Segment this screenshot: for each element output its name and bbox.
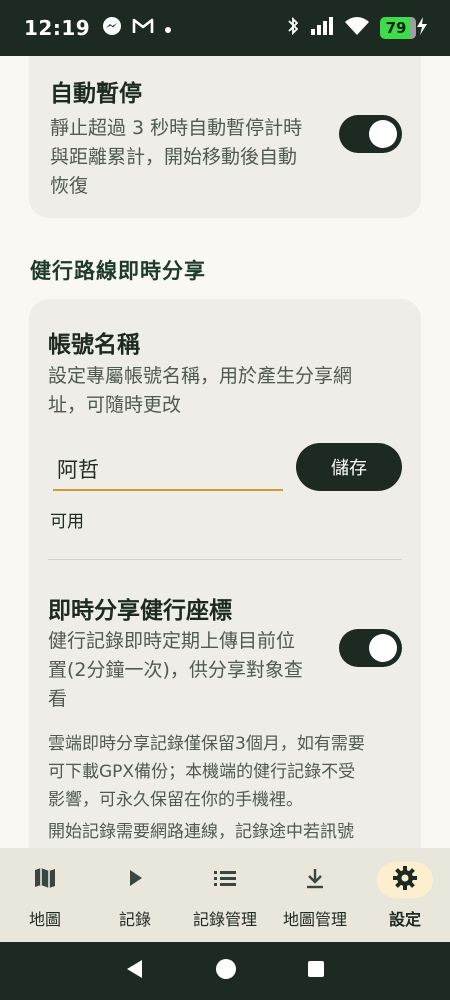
status-time: 12:19 xyxy=(24,16,91,40)
nav-label: 設定 xyxy=(388,910,421,929)
system-nav-bar xyxy=(0,942,450,1000)
auto-pause-toggle[interactable] xyxy=(339,115,402,153)
messenger-icon xyxy=(102,16,122,40)
map-icon xyxy=(32,865,58,895)
list-icon xyxy=(212,867,238,893)
account-name-title: 帳號名稱 xyxy=(48,332,140,358)
home-icon[interactable] xyxy=(215,958,237,984)
toggle-knob xyxy=(369,634,397,662)
nav-label: 記錄管理 xyxy=(192,910,257,929)
bottom-nav: 地圖 記錄 記錄管理 地圖管理 設定 xyxy=(0,848,450,942)
play-icon xyxy=(124,867,146,893)
account-name-description: 設定專屬帳號名稱，用於產生分享網 址，可隨時更改 xyxy=(48,365,353,416)
nav-item-record[interactable]: 記錄 xyxy=(90,848,180,942)
availability-status: 可用 xyxy=(50,512,84,532)
nav-label: 記錄 xyxy=(118,910,151,929)
nav-item-map-management[interactable]: 地圖管理 xyxy=(270,848,360,942)
bluetooth-icon xyxy=(286,16,300,40)
nav-item-settings[interactable]: 設定 xyxy=(360,848,450,942)
section-heading: 健行路線即時分享 xyxy=(30,259,206,283)
live-share-card: 帳號名稱 設定專屬帳號名稱，用於產生分享網 址，可隨時更改 儲存 可用 即時分享… xyxy=(29,299,421,848)
settings-content[interactable]: 自動暫停 靜止超過 3 秒時自動暫停計時 與距離累計，開始移動後自動 恢復 健行… xyxy=(0,56,450,848)
nav-label: 地圖管理 xyxy=(282,910,347,929)
gear-icon xyxy=(392,865,418,895)
auto-pause-title: 自動暫停 xyxy=(50,81,142,107)
download-icon xyxy=(303,866,327,894)
auto-pause-description: 靜止超過 3 秒時自動暫停計時 與距離累計，開始移動後自動 恢復 xyxy=(50,117,303,197)
wifi-icon xyxy=(344,16,370,40)
live-share-title: 即時分享健行座標 xyxy=(48,598,232,624)
retention-note: 雲端即時分享記錄僅保留3個月，如有需要 可下載GPX備份；本機端的健行記錄不受 … xyxy=(48,734,365,810)
battery-indicator: 79 xyxy=(380,16,428,40)
nav-label: 地圖 xyxy=(28,910,61,929)
toggle-knob xyxy=(369,120,397,148)
divider xyxy=(48,559,402,560)
nav-item-record-management[interactable]: 記錄管理 xyxy=(180,848,270,942)
save-button[interactable]: 儲存 xyxy=(296,443,402,491)
nav-item-map[interactable]: 地圖 xyxy=(0,848,90,942)
account-name-input[interactable] xyxy=(53,449,283,491)
gmail-icon xyxy=(132,17,154,39)
recents-icon[interactable] xyxy=(306,959,326,983)
network-note: 開始記錄需要網路連線，記錄途中若訊號 xyxy=(48,822,354,842)
status-bar: 12:19 79 xyxy=(0,0,450,56)
live-share-description: 健行記錄即時定期上傳目前位 置(2分鐘一次)，供分享對象查 看 xyxy=(48,630,303,710)
signal-icon xyxy=(310,16,334,40)
back-icon[interactable] xyxy=(124,958,146,984)
dot-icon xyxy=(164,19,172,38)
auto-pause-card: 自動暫停 靜止超過 3 秒時自動暫停計時 與距離累計，開始移動後自動 恢復 xyxy=(29,56,421,218)
live-share-toggle[interactable] xyxy=(339,629,402,667)
charging-icon xyxy=(416,16,428,40)
